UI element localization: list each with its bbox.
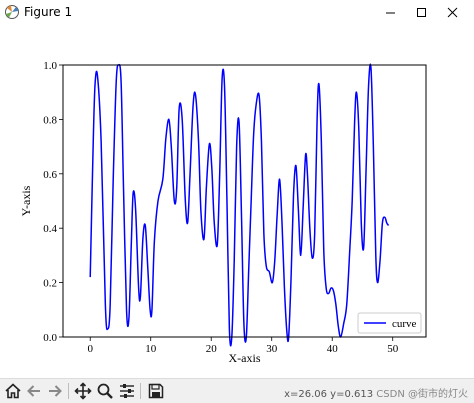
y-tick-label: 0.4 bbox=[43, 223, 57, 235]
y-tick-label: 0.0 bbox=[43, 332, 57, 344]
y-tick-label: 0.6 bbox=[43, 169, 57, 181]
series-line-curve bbox=[89, 63, 390, 347]
toolbar-separator bbox=[140, 383, 141, 399]
x-tick-label: 40 bbox=[327, 343, 339, 355]
y-tick-label: 0.2 bbox=[43, 278, 57, 290]
x-tick-label: 20 bbox=[206, 343, 218, 355]
save-button[interactable] bbox=[146, 381, 166, 401]
configure-subplots-button[interactable] bbox=[117, 381, 137, 401]
navigation-toolbar: x=26.06 y=0.613 CSDN @街市的灯火 bbox=[0, 378, 474, 403]
cursor-coordinates: x=26.06 y=0.613 bbox=[284, 389, 374, 400]
coordinates-readout: x=26.06 y=0.613 CSDN @街市的灯火 bbox=[284, 385, 468, 400]
y-tick-label: 1.0 bbox=[43, 60, 57, 72]
title-bar: Figure 1 bbox=[0, 0, 474, 24]
x-tick-label: 30 bbox=[266, 343, 278, 355]
plot-frame bbox=[62, 64, 427, 338]
line-chart: 0 10 20 30 40 50 0.0 0.2 0.4 0.6 0.8 1.0 X-axis Y-… bbox=[19, 60, 427, 365]
forward-arrow-icon bbox=[49, 385, 62, 397]
configure-subplots-icon bbox=[120, 384, 134, 398]
matplotlib-icon bbox=[5, 5, 19, 19]
y-tick-label: 0.8 bbox=[43, 114, 57, 126]
x-tick-label: 10 bbox=[145, 343, 157, 355]
close-icon bbox=[447, 7, 457, 17]
back-arrow-icon bbox=[27, 385, 40, 397]
window-title: Figure 1 bbox=[24, 5, 73, 19]
zoom-icon bbox=[97, 383, 113, 399]
watermark: CSDN @街市的灯火 bbox=[376, 389, 468, 400]
x-tick-label: 0 bbox=[87, 343, 93, 355]
back-button[interactable] bbox=[24, 381, 44, 401]
x-axis-label: X-axis bbox=[229, 351, 261, 365]
x-tick-label: 50 bbox=[387, 343, 399, 355]
legend-label-curve: curve bbox=[392, 318, 417, 330]
pan-icon bbox=[74, 382, 92, 400]
forward-button[interactable] bbox=[45, 381, 65, 401]
close-button[interactable] bbox=[432, 0, 472, 24]
y-axis-label: Y-axis bbox=[19, 185, 33, 216]
toolbar-separator bbox=[68, 383, 69, 399]
home-button[interactable] bbox=[3, 381, 23, 401]
legend: curve bbox=[357, 312, 422, 334]
minimize-icon bbox=[385, 12, 395, 13]
maximize-icon bbox=[416, 7, 426, 17]
figure-canvas[interactable]: 0 10 20 30 40 50 0.0 0.2 0.4 0.6 0.8 1.0 X-axis Y-… bbox=[0, 24, 474, 378]
pan-button[interactable] bbox=[73, 381, 93, 401]
home-icon bbox=[5, 383, 21, 399]
zoom-button[interactable] bbox=[95, 381, 115, 401]
save-icon bbox=[148, 383, 164, 399]
